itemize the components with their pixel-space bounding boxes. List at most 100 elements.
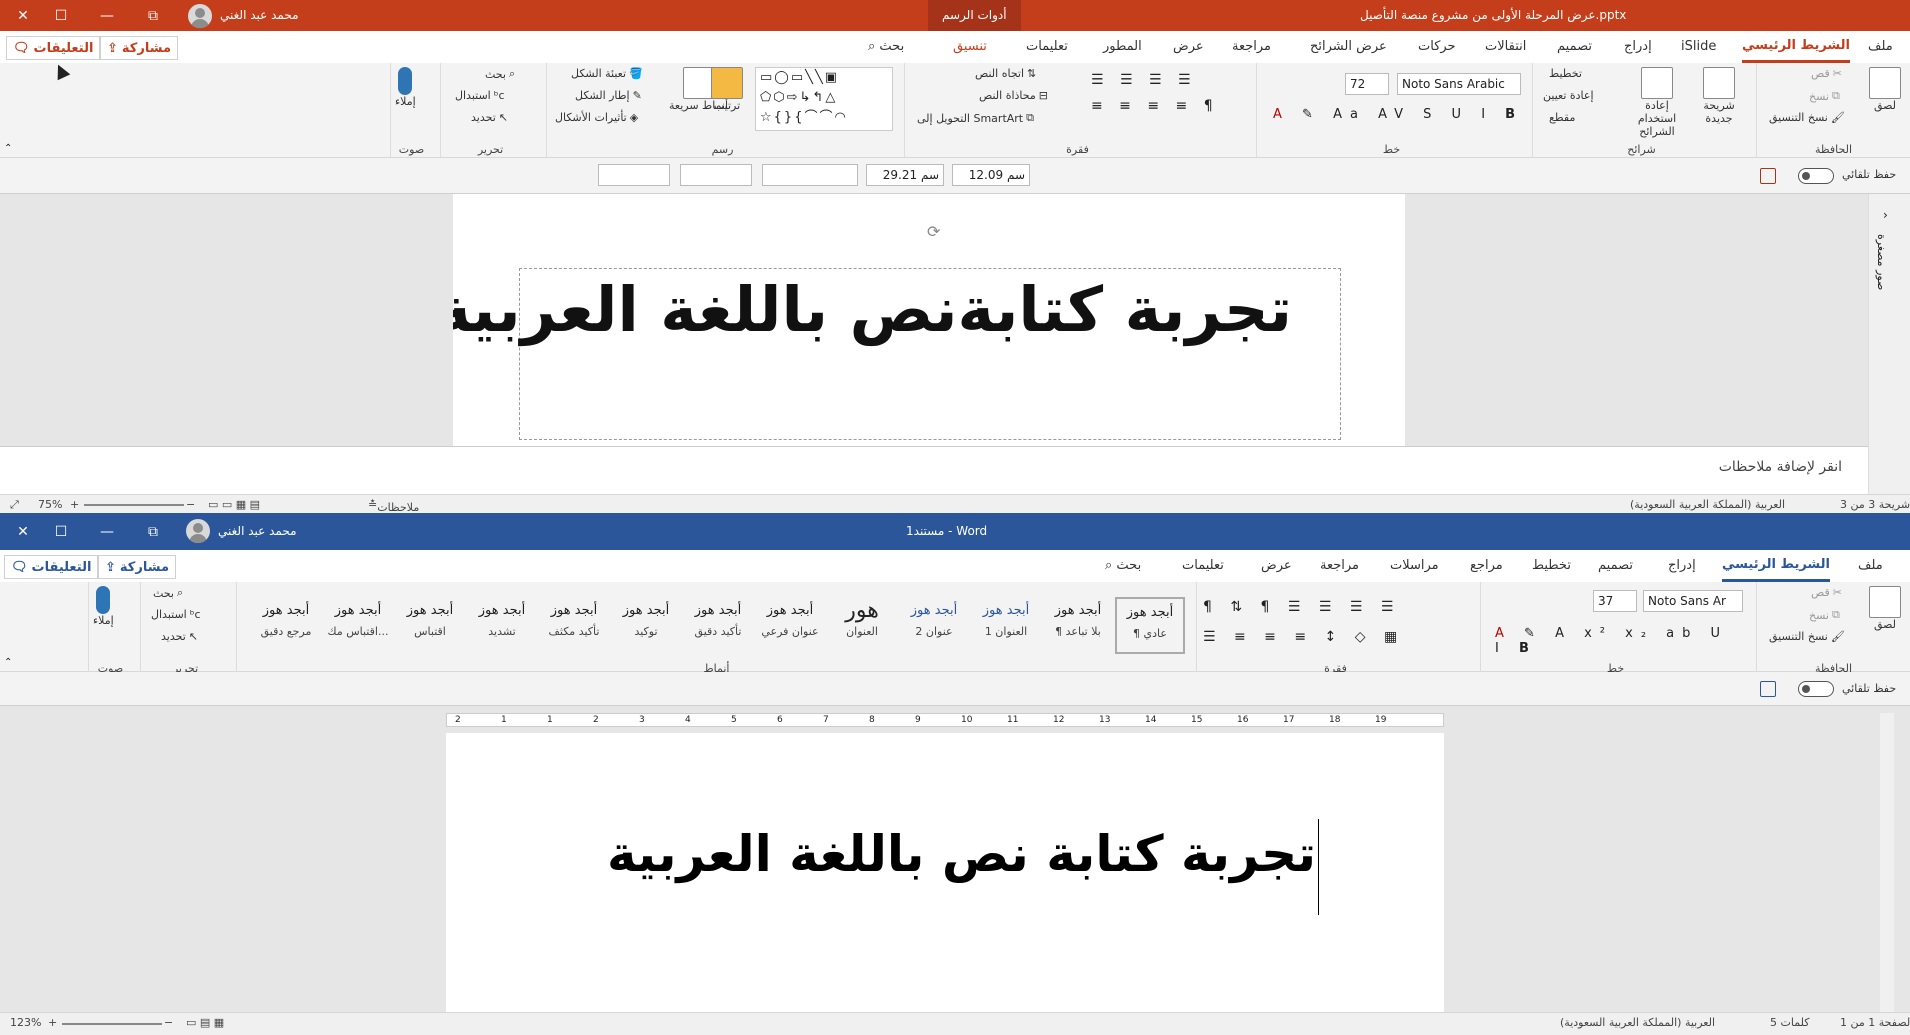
zoom-out-icon[interactable]: +	[70, 498, 79, 511]
tab-islide[interactable]: iSlide	[1681, 31, 1716, 63]
view-icons[interactable]: ▭ ▭ ▦ ▤	[208, 498, 260, 511]
style-item[interactable]: أبجد هوز تشديد	[467, 597, 537, 654]
autosave-toggle[interactable]	[1798, 168, 1834, 184]
zoom-out-icon[interactable]: +	[48, 1016, 57, 1029]
copy-button[interactable]: نسخ ⧉	[1809, 89, 1840, 103]
find-button[interactable]: بحث ⌕	[485, 67, 515, 81]
collapse-ribbon-icon[interactable]: ⌃	[4, 143, 12, 154]
comments-button[interactable]: 🗨 التعليقات	[6, 36, 101, 60]
slide[interactable]: ⟳ تجربة كتابةنص باللغة العربية	[453, 194, 1405, 446]
view-icons[interactable]: ▭ ▤ ▦	[186, 1016, 224, 1029]
notes-placeholder[interactable]: انقر لإضافة ملاحظات	[1719, 459, 1842, 475]
ribbon-display-icon[interactable]: ⧉	[130, 513, 176, 550]
comments-button[interactable]: 🗨 التعليقات	[4, 555, 99, 579]
tab-mailings[interactable]: مراسلات	[1390, 550, 1439, 582]
shape-width-field[interactable]: 29.21 سم	[866, 164, 944, 186]
layout-button[interactable]: تخطيط	[1549, 67, 1582, 80]
vertical-scrollbar[interactable]	[1880, 713, 1894, 1015]
notes-pane[interactable]: انقر لإضافة ملاحظات	[0, 446, 1868, 494]
shapes-gallery[interactable]: ▭◯▭╲╲▣ ⬠⬡⇨↳↰△ ☆{}{⌒⌒◠	[755, 67, 893, 131]
style-item[interactable]: أبجد هوز ¶ عادي	[1115, 597, 1185, 654]
text-box-selected[interactable]: تجربة كتابةنص باللغة العربية	[453, 268, 1341, 440]
paragraph-controls[interactable]: ☰ ☰ ☰ ☰ ≡ ≡ ≡ ≡ ¶	[1091, 67, 1219, 119]
rotate-handle-icon[interactable]: ⟳	[927, 222, 940, 241]
copy-button[interactable]: نسخ ⧉	[1809, 608, 1840, 622]
user-avatar[interactable]	[186, 519, 210, 543]
replace-button[interactable]: استبدال ᵇc	[151, 608, 201, 621]
zoom-slider[interactable]	[62, 1023, 162, 1025]
dictate-button[interactable]: إملاء	[395, 67, 416, 108]
user-name[interactable]: محمد عبد الغني	[220, 0, 299, 31]
style-item[interactable]: أبجد هوز تأكيد مكثف	[539, 597, 609, 654]
tab-animations[interactable]: حركات	[1418, 31, 1456, 63]
expand-icon[interactable]: ›	[1883, 208, 1888, 222]
thumbnails-sidebar[interactable]: › صور مصغرة	[1868, 194, 1910, 494]
paste-button[interactable]: لصق	[1869, 586, 1901, 631]
save-icon[interactable]	[1760, 681, 1776, 697]
fit-slide-icon[interactable]: ⤢	[10, 498, 19, 512]
replace-button[interactable]: استبدال ᵇc	[455, 89, 505, 102]
shape-height-field[interactable]: 12.09 سم	[952, 164, 1030, 186]
search-box[interactable]: ⌕ بحث	[1105, 550, 1141, 582]
style-item[interactable]: أبجد هوز عنوان فرعي	[755, 597, 825, 654]
tab-layout[interactable]: تخطيط	[1532, 550, 1571, 582]
smartart-button[interactable]: التحويل إلى SmartArt ⧉	[917, 111, 1034, 125]
font-format-buttons[interactable]: A ✎ A x² x₂ ab U I B	[1495, 626, 1750, 656]
document-page[interactable]: تجربة كتابة نص باللغة العربية	[446, 733, 1444, 1035]
maximize-icon[interactable]: ☐	[38, 513, 84, 550]
tab-help[interactable]: تعليمات	[1182, 550, 1224, 582]
shape-outline-button[interactable]: إطار الشكل ✎	[575, 89, 642, 102]
autosave-toggle[interactable]	[1798, 681, 1834, 697]
find-button[interactable]: بحث ⌕	[153, 586, 183, 600]
document-text[interactable]: تجربة كتابة نص باللغة العربية	[607, 825, 1316, 883]
style-item[interactable]: أبجد هوز اقتباس مك...	[323, 597, 393, 654]
thumbnails-pane[interactable]	[1852, 194, 1868, 446]
style-item[interactable]: أبجد هوز مرجع دقيق	[251, 597, 321, 654]
empty-field-3[interactable]	[598, 164, 670, 186]
collapse-ribbon-icon[interactable]: ⌃	[4, 657, 12, 668]
tab-format[interactable]: تنسيق	[953, 31, 987, 63]
empty-field-2[interactable]	[680, 164, 752, 186]
style-item[interactable]: أبجد هوز تأكيد دقيق	[683, 597, 753, 654]
select-button[interactable]: تحديد ↖	[471, 111, 508, 124]
tab-insert[interactable]: إدراج	[1668, 550, 1696, 582]
language-indicator[interactable]: العربية (المملكة العربية السعودية)	[1630, 498, 1785, 511]
page-counter[interactable]: الصفحة 1 من 1	[1840, 1016, 1910, 1029]
language-indicator[interactable]: العربية (المملكة العربية السعودية)	[1560, 1016, 1715, 1029]
format-painter-button[interactable]: نسخ التنسيق 🖌	[1769, 630, 1845, 643]
share-button[interactable]: ⇪ مشاركة	[98, 555, 176, 579]
user-name[interactable]: محمد عبد الغني	[218, 513, 297, 550]
styles-gallery[interactable]: أبجد هوز ¶ عادي أبجد هوز ¶ بلا تباعد أبجد هو…	[247, 582, 1187, 658]
style-item[interactable]: أبجد هوز ¶ بلا تباعد	[1043, 597, 1113, 654]
tab-view[interactable]: عرض	[1261, 550, 1292, 582]
font-format-buttons[interactable]: A ✎ Aa AV S U I B	[1273, 107, 1523, 122]
zoom-in-icon[interactable]: −	[186, 498, 195, 511]
zoom-slider[interactable]	[84, 504, 184, 506]
tab-references[interactable]: مراجع	[1470, 550, 1503, 582]
font-size-combo[interactable]: 37	[1593, 590, 1637, 612]
style-item[interactable]: أبجد هوز عنوان 2	[899, 597, 969, 654]
style-item[interactable]: هور العنوان	[827, 597, 897, 654]
tab-insert[interactable]: إدراج	[1624, 31, 1652, 63]
tab-review[interactable]: مراجعة	[1232, 31, 1271, 63]
tab-design[interactable]: تصميم	[1557, 31, 1592, 63]
save-icon[interactable]	[1760, 168, 1776, 184]
paste-button[interactable]: لصق	[1869, 67, 1901, 112]
format-painter-button[interactable]: نسخ التنسيق 🖌	[1769, 111, 1845, 124]
style-item[interactable]: أبجد هوز العنوان 1	[971, 597, 1041, 654]
minimize-icon[interactable]: —	[84, 0, 130, 31]
section-button[interactable]: مقطع	[1549, 111, 1575, 124]
tab-home[interactable]: الشريط الرئيسي	[1742, 31, 1850, 63]
font-name-combo[interactable]: Noto Sans Arabic	[1397, 73, 1521, 95]
tab-slideshow[interactable]: عرض الشرائح	[1310, 31, 1387, 63]
tab-view[interactable]: عرض	[1173, 31, 1204, 63]
align-text-button[interactable]: محاذاة النص ⊟	[979, 89, 1048, 102]
empty-field-1[interactable]	[762, 164, 858, 186]
select-button[interactable]: تحديد ↖	[161, 630, 198, 643]
tab-help[interactable]: تعليمات	[1026, 31, 1068, 63]
new-slide-button[interactable]: شريحة جديدة	[1693, 67, 1745, 125]
minimize-icon[interactable]: —	[84, 513, 130, 550]
tab-home[interactable]: الشريط الرئيسي	[1722, 550, 1830, 582]
paragraph-controls[interactable]: ¶ ⇅ ¶ ☰ ☰ ☰ ☰ ☰ ≡ ≡ ≡ ↕ ◇ ▦	[1203, 592, 1404, 652]
search-box[interactable]: ⌕ بحث	[868, 31, 904, 63]
